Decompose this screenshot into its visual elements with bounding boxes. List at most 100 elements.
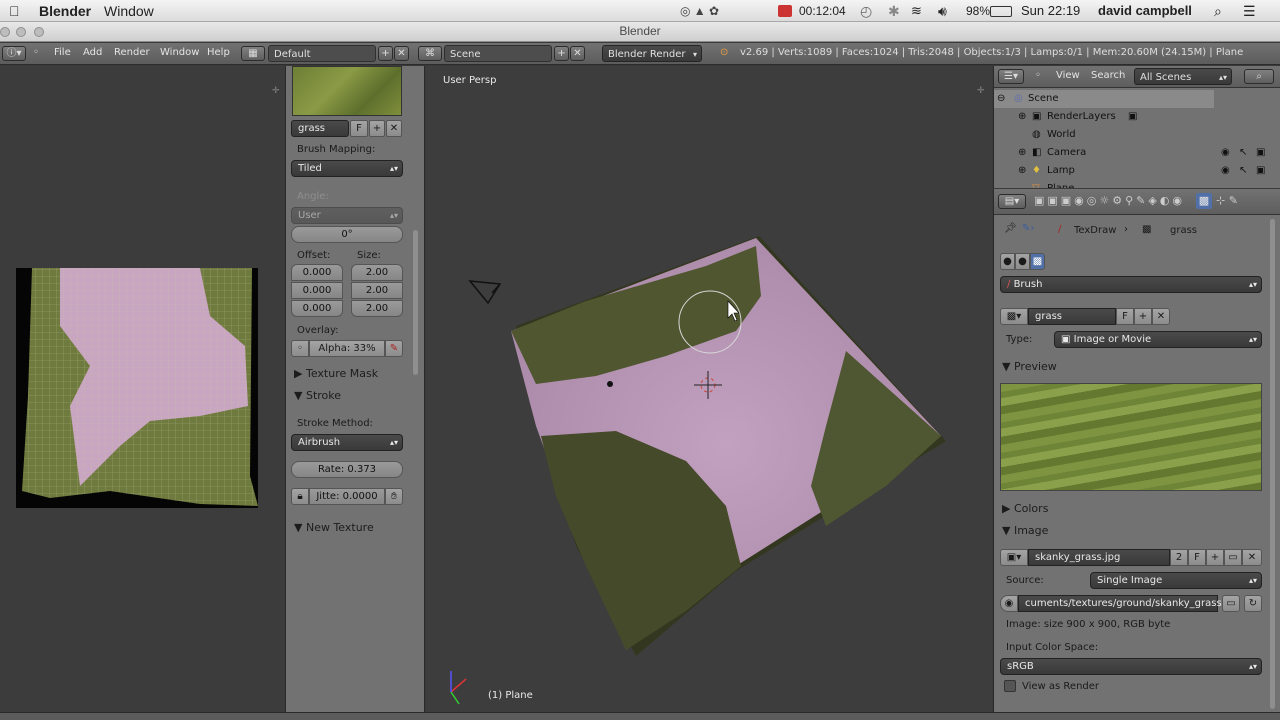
image-open-folder-icon[interactable]: ▭ [1224,549,1242,566]
render-engine-dropdown[interactable]: Blender Render ▾ [602,45,702,62]
app-menu[interactable]: Blender [39,3,91,19]
camera-object-icon[interactable] [468,280,502,305]
menu-render[interactable]: Render [114,47,150,58]
properties-scrollbar[interactable] [1270,219,1275,709]
scene-field[interactable]: Scene [444,45,552,62]
renderable-camera-icon[interactable]: ▣ [1256,162,1265,180]
image-fake-user-button[interactable]: F [1188,549,1206,566]
offset-y-field[interactable]: 0.000 [291,282,343,299]
texture-datablock-field[interactable]: grass [1028,308,1116,325]
add-layout-icon[interactable]: + [378,46,393,61]
properties-context-tabs[interactable]: ▣▣▣◉◎☼⚙⚲✎◈◐◉ [1034,194,1185,207]
recording-icon[interactable] [778,5,792,17]
texture-type-dropdown[interactable]: ▣ Image or Movie ▴▾ [1054,331,1262,348]
size-x-field[interactable]: 2.00 [351,264,403,281]
window-menu[interactable]: Window [104,3,154,19]
outliner-item-plane[interactable]: ▽ Plane [994,180,1280,188]
image-datablock-field[interactable]: skanky_grass.jpg [1028,549,1170,566]
image-browse-icon[interactable]: ▣▾ [1000,549,1028,566]
viewport-canvas[interactable] [426,66,992,712]
brush-dropdown[interactable]: ∕ Brush ▴▾ [1000,276,1262,293]
zoom-window-button[interactable] [34,27,44,37]
overlay-brush-icon[interactable]: ✎ [385,340,403,357]
jitter-lock-icon[interactable]: 🔒︎ [291,488,309,505]
texture-name-field[interactable]: grass [291,120,349,137]
unlink-texture-icon[interactable]: ✕ [386,120,402,137]
properties-editor-type-icon[interactable]: ▤▾ [998,194,1026,209]
outliner-search-icon[interactable]: ⌕ [1244,69,1274,84]
image-new-icon[interactable]: + [1206,549,1224,566]
brush-texture-type-icon[interactable]: ▩ [1030,253,1045,270]
expand-icon[interactable]: ⊕ [1018,144,1026,162]
image-users-count[interactable]: 2 [1170,549,1188,566]
spotlight-search-icon[interactable]: ⌕ [1214,3,1222,20]
outliner-item-renderlayers[interactable]: ⊕ ▣ RenderLayers ▣ [994,108,1280,126]
add-texture-icon[interactable]: + [369,120,385,137]
clock-text[interactable]: Sun 22:19 [1021,3,1080,18]
world-texture-type-icon[interactable]: ● [1000,253,1015,270]
outliner-item-camera[interactable]: ⊕ ◧ Camera ◉ ↖ ▣ [994,144,1280,162]
menu-help[interactable]: Help [207,47,230,58]
outliner-item-scene[interactable]: ⊖ ◎ Scene [994,90,1214,108]
outliner-search-menu[interactable]: Search [1091,70,1125,81]
texture-fake-user-button[interactable]: F [1116,308,1134,325]
notifications-icon[interactable]: ☰ [1243,3,1256,20]
apple-icon[interactable]:  [9,3,20,19]
remove-scene-icon[interactable]: ✕ [570,46,585,61]
image-section[interactable]: ▼ Image [994,521,1280,541]
outliner-filter-dropdown[interactable]: All Scenes ▴▾ [1134,68,1232,85]
angle-value-field[interactable]: 0° [291,226,403,243]
color-space-dropdown[interactable]: sRGB ▴▾ [1000,658,1262,675]
visibility-eye-icon[interactable]: ◉ [1221,144,1230,162]
menu-window[interactable]: Window [160,47,199,58]
brush-mapping-dropdown[interactable]: Tiled ▴▾ [291,160,403,177]
expand-icon[interactable]: ⊖ [997,90,1005,108]
expand-icon[interactable]: ⊕ [1018,108,1026,126]
layout-grid-icon[interactable]: ▦ [241,46,265,61]
material-texture-type-icon[interactable]: ● [1015,253,1030,270]
texture-mask-section[interactable]: ▶ Texture Mask [286,364,424,384]
preview-section[interactable]: ▼ Preview [994,357,1280,377]
stroke-section[interactable]: ▼ Stroke [286,386,424,406]
particles-context-tab-icon[interactable]: ⊹ ✎ [1216,194,1238,207]
menu-add[interactable]: Add [83,47,102,58]
colors-section[interactable]: ▶ Colors [994,499,1280,519]
jitter-pressure-icon[interactable]: ✋︎ [385,488,403,505]
offset-x-field[interactable]: 0.000 [291,264,343,281]
uv-image-editor[interactable]: ✛ [0,66,284,712]
rate-slider[interactable]: Rate: 0.373 [291,461,403,478]
image-pack-icon[interactable]: ◉ [1000,595,1018,612]
add-scene-icon[interactable]: + [554,46,569,61]
editor-type-info-icon[interactable]: ⓘ▾ [2,46,26,61]
image-source-dropdown[interactable]: Single Image ▴▾ [1090,572,1262,589]
menu-file[interactable]: File [54,47,71,58]
view-as-render-checkbox[interactable] [1004,680,1016,692]
outliner-collapse-icon[interactable]: ◦ [1035,70,1041,81]
texture-thumbnail[interactable] [292,66,402,116]
expand-icon[interactable]: ⊕ [1018,162,1026,180]
size-z-field[interactable]: 2.00 [351,300,403,317]
remove-layout-icon[interactable]: ✕ [394,46,409,61]
stroke-method-dropdown[interactable]: Airbrush ▴▾ [291,434,403,451]
uv-canvas[interactable] [0,66,284,712]
image-reload-icon[interactable]: ↻ [1244,595,1262,612]
panel-resize-icon[interactable]: ✛ [272,86,280,96]
renderable-camera-icon[interactable]: ▣ [1256,144,1265,162]
3d-viewport[interactable]: User Persp ✛ (1) Plane [426,66,992,712]
image-unlink-icon[interactable]: ✕ [1242,549,1262,566]
fake-user-button[interactable]: F [350,120,368,137]
texture-unlink-icon[interactable]: ✕ [1152,308,1170,325]
image-filepath-field[interactable]: cuments/textures/ground/skanky_grass.jpg [1018,595,1240,612]
scene-icon[interactable]: ⌘ [418,46,442,61]
filepath-browse-folder-icon[interactable]: ▭ [1222,595,1240,612]
outliner-view-menu[interactable]: View [1056,70,1080,81]
offset-z-field[interactable]: 0.000 [291,300,343,317]
overlay-alpha-field[interactable]: Alpha: 33% [309,340,385,357]
outliner-item-world[interactable]: ◍ World [994,126,1280,144]
outliner-item-lamp[interactable]: ⊕ ♦ Lamp ◉ ↖ ▣ [994,162,1280,180]
new-texture-section[interactable]: ▼ New Texture [286,518,424,538]
user-name[interactable]: david campbell [1098,3,1192,18]
texture-add-icon[interactable]: + [1134,308,1152,325]
size-y-field[interactable]: 2.00 [351,282,403,299]
selectable-arrow-icon[interactable]: ↖ [1239,144,1247,162]
